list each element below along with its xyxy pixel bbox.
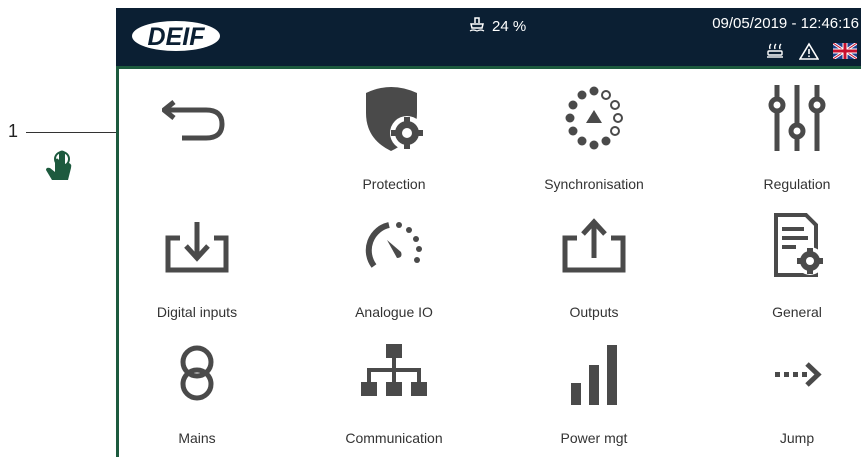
menu-item-mains[interactable]: Mains bbox=[122, 330, 272, 450]
menu-item-protection[interactable]: Protection bbox=[319, 74, 469, 194]
document-gear-icon bbox=[722, 208, 861, 284]
menu-item-regulation[interactable]: Regulation bbox=[722, 74, 861, 194]
protection-label: Protection bbox=[362, 176, 426, 192]
mains-label: Mains bbox=[178, 430, 216, 446]
sliders-icon bbox=[722, 80, 861, 156]
communication-label: Communication bbox=[345, 430, 443, 446]
bar-chart-icon bbox=[519, 336, 669, 412]
back-arrow-icon bbox=[122, 80, 272, 156]
menu-item-analogue-io[interactable]: Analogue IO bbox=[319, 202, 469, 322]
date-time: 09/05/2019 - 12:46:16 bbox=[712, 15, 859, 32]
header-bar: DEIF 24 % 09/05/2019 - 12:46:16 bbox=[116, 8, 861, 66]
input-arrow-icon bbox=[122, 208, 272, 284]
warning-icon[interactable] bbox=[798, 42, 820, 65]
digital-inputs-label: Digital inputs bbox=[156, 304, 238, 320]
uk-flag-icon[interactable] bbox=[832, 41, 858, 64]
deif-logo: DEIF bbox=[130, 18, 222, 59]
regulation-label: Regulation bbox=[763, 176, 831, 192]
back-button[interactable] bbox=[122, 74, 272, 194]
jump-label: Jump bbox=[779, 430, 815, 446]
menu-item-synchronisation[interactable]: Synchronisation bbox=[519, 74, 669, 194]
fuel-level-value: 24 % bbox=[492, 17, 527, 35]
synchronisation-label: Synchronisation bbox=[544, 176, 644, 192]
menu-item-digital-inputs[interactable]: Digital inputs bbox=[122, 202, 272, 322]
shield-gear-icon bbox=[319, 80, 469, 156]
left-accent-bar bbox=[116, 66, 119, 457]
display-screen: DEIF 24 % 09/05/2019 - 12:46:16 Protecti… bbox=[116, 8, 861, 457]
menu-item-outputs[interactable]: Outputs bbox=[519, 202, 669, 322]
jump-arrow-icon bbox=[722, 336, 861, 412]
mains-rings-icon bbox=[122, 336, 272, 412]
fuel-tank-icon bbox=[468, 15, 486, 37]
logo-text: DEIF bbox=[148, 23, 206, 51]
power-mgt-label: Power mgt bbox=[560, 430, 628, 446]
heater-icon[interactable] bbox=[765, 42, 785, 65]
menu-item-jump[interactable]: Jump bbox=[722, 330, 861, 450]
network-icon bbox=[319, 336, 469, 412]
gauge-icon bbox=[319, 208, 469, 284]
sync-dots-icon bbox=[519, 80, 669, 156]
menu-item-general[interactable]: General bbox=[722, 202, 861, 322]
header-divider bbox=[116, 66, 861, 69]
general-label: General bbox=[772, 304, 822, 320]
menu-grid: Protection Synchronisation Regulation Di… bbox=[122, 74, 861, 457]
touch-hand-icon bbox=[38, 148, 78, 188]
outputs-label: Outputs bbox=[569, 304, 619, 320]
fuel-level: 24 % bbox=[468, 15, 526, 37]
menu-item-power-mgt[interactable]: Power mgt bbox=[519, 330, 669, 450]
callout-number: 1 bbox=[8, 121, 19, 141]
analogue-io-label: Analogue IO bbox=[355, 304, 433, 320]
status-icons bbox=[765, 41, 858, 65]
menu-item-communication[interactable]: Communication bbox=[319, 330, 469, 450]
callout-leader-line bbox=[26, 132, 116, 133]
output-arrow-icon bbox=[519, 208, 669, 284]
